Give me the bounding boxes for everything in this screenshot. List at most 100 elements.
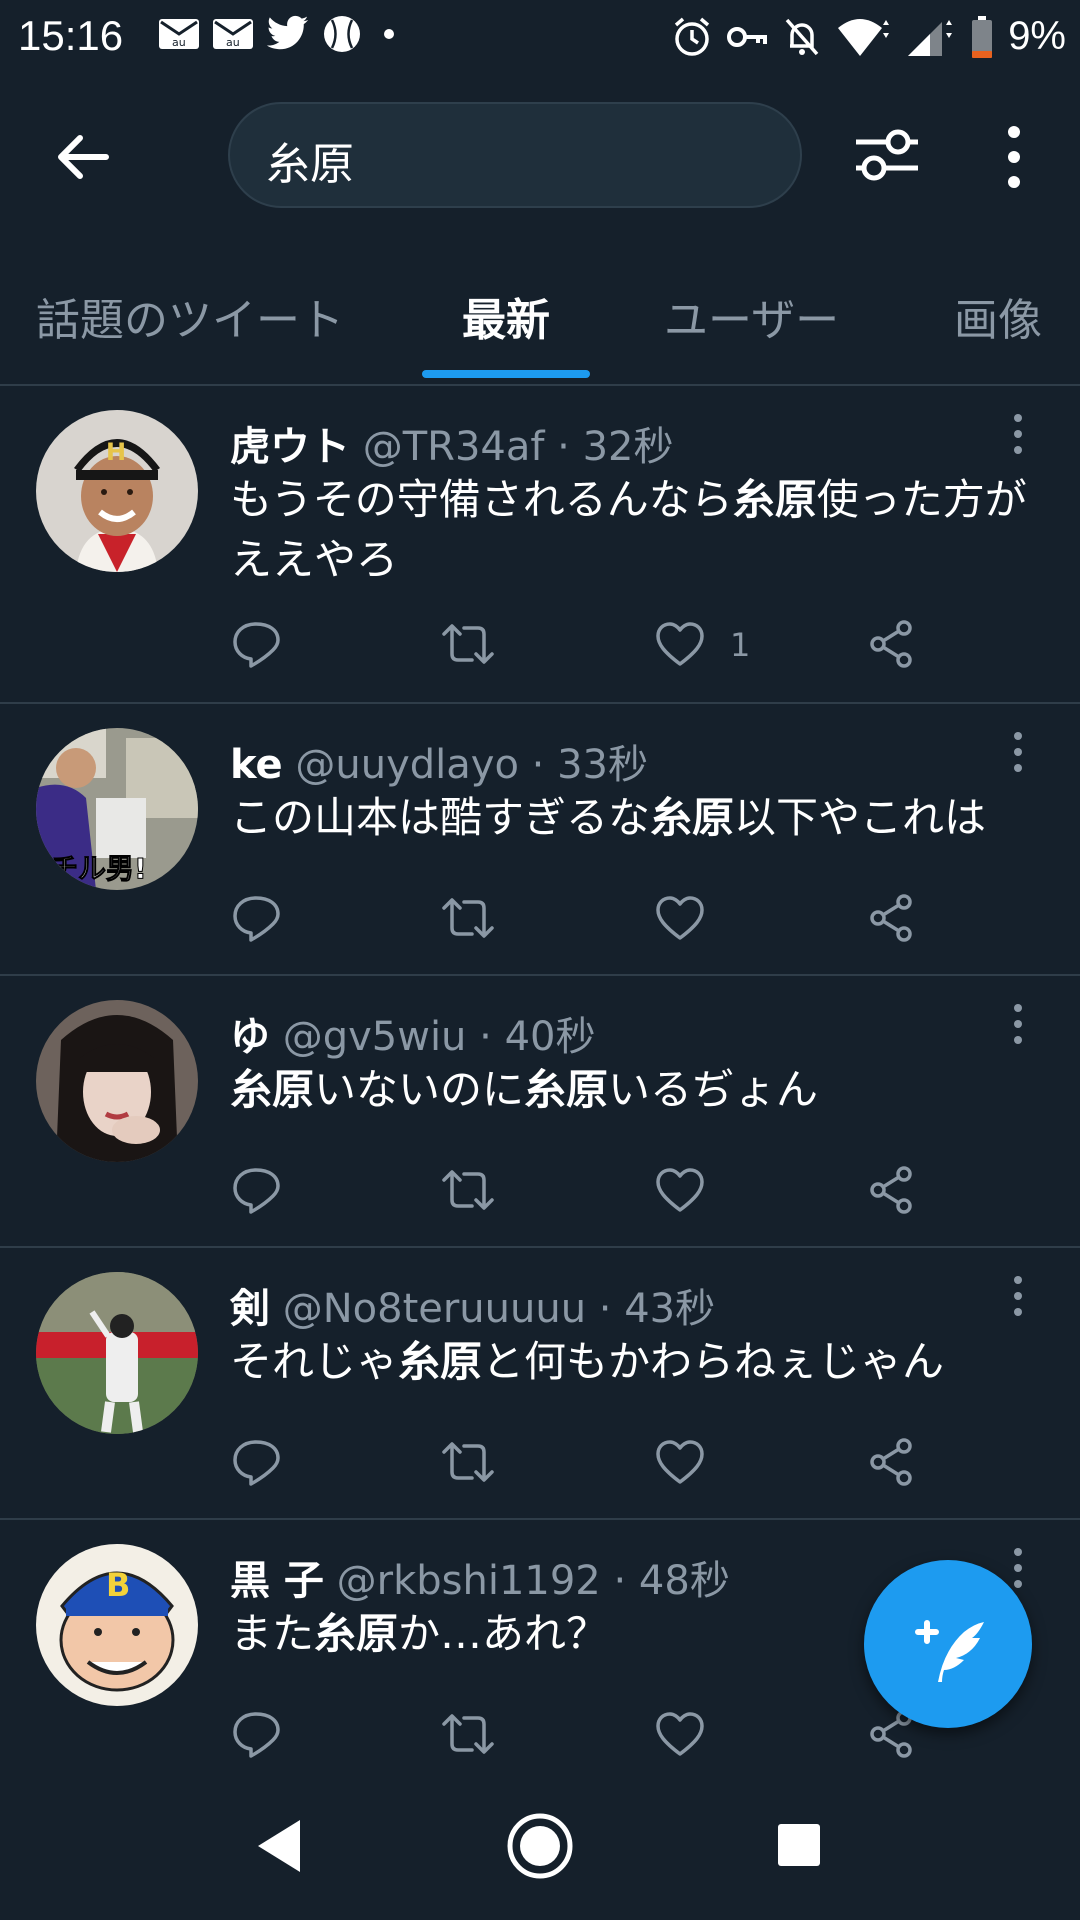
system-navigation-bar bbox=[0, 1770, 1080, 1920]
avatar[interactable] bbox=[36, 1272, 198, 1434]
nav-home-button[interactable] bbox=[506, 1812, 574, 1880]
compose-feather-icon bbox=[915, 1620, 984, 1682]
tweet-separator: · bbox=[518, 742, 558, 788]
baseball-icon bbox=[322, 14, 362, 54]
like-button[interactable] bbox=[654, 618, 706, 670]
like-button[interactable] bbox=[654, 892, 706, 944]
tweet-actions bbox=[230, 1708, 930, 1768]
like-button[interactable] bbox=[654, 1708, 706, 1760]
search-term-highlight: 糸原 bbox=[732, 475, 817, 524]
tweet-time: 40秒 bbox=[504, 1014, 596, 1060]
tweet-text-segment: また bbox=[230, 1609, 315, 1658]
more-vertical-icon bbox=[1008, 126, 1020, 188]
svg-text:H: H bbox=[106, 438, 126, 466]
avatar[interactable]: チル男! bbox=[36, 728, 198, 890]
tab-top-tweets[interactable]: 話題のツイート bbox=[36, 284, 344, 348]
tweet[interactable]: 剣 @No8teruuuuu · 43秒 それじゃ糸原と何もかわらねぇじゃん bbox=[0, 1248, 1080, 1520]
back-button[interactable] bbox=[50, 124, 116, 190]
tweet-author-name[interactable]: ke bbox=[230, 742, 283, 788]
heart-icon bbox=[656, 896, 704, 940]
tweet-text: 糸原いないのに糸原いるぢょん bbox=[230, 1060, 1050, 1120]
tweet-separator: · bbox=[544, 424, 583, 470]
status-time: 15:16 bbox=[18, 12, 124, 59]
retweet-button[interactable] bbox=[440, 618, 494, 670]
reply-button[interactable] bbox=[230, 892, 282, 944]
tweet[interactable]: H 虎ウト @TR34af · 32秒 もうその守備されるんなら糸原使った方がえ… bbox=[0, 386, 1080, 704]
avatar[interactable]: B bbox=[36, 1544, 198, 1706]
reply-button[interactable] bbox=[230, 1164, 282, 1216]
search-term-highlight: 糸原 bbox=[314, 1609, 399, 1658]
retweet-button[interactable] bbox=[440, 1708, 494, 1760]
tweet-menu-button[interactable] bbox=[1010, 1002, 1026, 1046]
like-button[interactable] bbox=[654, 1164, 706, 1216]
tweet-author-name[interactable]: 虎ウト bbox=[230, 424, 350, 470]
tweet-separator: · bbox=[600, 1558, 639, 1604]
tweet-author-name[interactable]: ゆ bbox=[230, 1014, 270, 1060]
battery-icon bbox=[970, 15, 994, 59]
tweet-text-segment: と何もかわらねぇじゃん bbox=[482, 1337, 945, 1386]
reply-button[interactable] bbox=[230, 618, 282, 670]
tweet[interactable]: チル男! ke @uuydlayo · 33秒 この山本は酷すぎるな糸原以下やこ… bbox=[0, 704, 1080, 976]
sliders-icon bbox=[856, 129, 918, 181]
retweet-button[interactable] bbox=[440, 1436, 494, 1488]
heart-icon bbox=[656, 622, 704, 666]
search-term-highlight: 糸原 bbox=[230, 1065, 315, 1114]
retweet-button[interactable] bbox=[440, 1164, 494, 1216]
svg-text:au: au bbox=[172, 36, 186, 49]
share-button[interactable] bbox=[866, 892, 918, 944]
nav-recents-button[interactable] bbox=[776, 1822, 822, 1868]
more-options-button[interactable] bbox=[994, 122, 1034, 192]
tweet[interactable]: ゆ @gv5wiu · 40秒 糸原いないのに糸原いるぢょん bbox=[0, 976, 1080, 1248]
share-button[interactable] bbox=[866, 1164, 918, 1216]
tab-latest[interactable]: 最新 bbox=[462, 284, 550, 348]
signal-icon bbox=[906, 16, 956, 58]
reply-button[interactable] bbox=[230, 1708, 282, 1760]
tweet-text-segment: いるぢょん bbox=[608, 1065, 819, 1114]
tweet-menu-button[interactable] bbox=[1010, 730, 1026, 774]
reply-icon bbox=[233, 896, 280, 942]
tweet-handle[interactable]: @uuydlayo bbox=[295, 742, 519, 788]
avatar[interactable] bbox=[36, 1000, 198, 1162]
vpn-key-icon bbox=[726, 17, 768, 57]
tweet-text-segment: か…あれ？ bbox=[398, 1609, 609, 1658]
reply-button[interactable] bbox=[230, 1436, 282, 1488]
reply-icon bbox=[233, 1712, 280, 1758]
tweet-handle[interactable]: @gv5wiu bbox=[283, 1014, 467, 1060]
retweet-button[interactable] bbox=[440, 892, 494, 944]
heart-icon bbox=[656, 1168, 704, 1212]
tab-users[interactable]: ユーザー bbox=[664, 284, 839, 348]
notifications-off-icon bbox=[782, 16, 822, 58]
nav-back-button[interactable] bbox=[254, 1818, 304, 1874]
search-filter-button[interactable] bbox=[852, 120, 922, 190]
search-query[interactable]: 糸原 bbox=[266, 128, 354, 192]
tweet-time: 48秒 bbox=[638, 1558, 730, 1604]
tweet-menu-button[interactable] bbox=[1010, 412, 1026, 456]
tweet-handle[interactable]: @No8teruuuuu bbox=[283, 1286, 586, 1332]
tweet-author-name[interactable]: 剣 bbox=[230, 1286, 270, 1332]
tweet-menu-button[interactable] bbox=[1010, 1274, 1026, 1318]
share-button[interactable] bbox=[866, 1436, 918, 1488]
compose-tweet-button[interactable] bbox=[864, 1560, 1032, 1728]
tweet-handle[interactable]: @TR34af bbox=[363, 424, 545, 470]
triangle-back-icon bbox=[258, 1820, 300, 1872]
tweet-time: 32秒 bbox=[582, 424, 674, 470]
square-recents-icon bbox=[778, 1824, 820, 1866]
more-vertical-icon bbox=[1014, 1276, 1022, 1316]
home-circle-icon bbox=[507, 1813, 573, 1879]
share-button[interactable] bbox=[866, 618, 918, 670]
status-bar: 15:16 au au 9% bbox=[0, 0, 1080, 76]
tweet-time: 33秒 bbox=[557, 742, 648, 788]
svg-text:B: B bbox=[106, 1566, 130, 1604]
avatar[interactable]: H bbox=[36, 410, 198, 572]
tab-images[interactable]: 画像 bbox=[954, 284, 1042, 348]
twitter-icon bbox=[266, 15, 310, 53]
tweet-author-name[interactable]: 黒 子 bbox=[230, 1558, 324, 1604]
like-button[interactable] bbox=[654, 1436, 706, 1488]
tweet-handle[interactable]: @rkbshi1192 bbox=[337, 1558, 601, 1604]
tweet-text-segment: それじゃ bbox=[230, 1337, 399, 1386]
tweet-text-segment: いないのに bbox=[314, 1065, 525, 1114]
search-input[interactable]: 糸原 bbox=[228, 102, 802, 208]
share-icon bbox=[870, 894, 912, 942]
search-term-highlight: 糸原 bbox=[398, 1337, 483, 1386]
mail-au-icon: au bbox=[158, 16, 200, 52]
